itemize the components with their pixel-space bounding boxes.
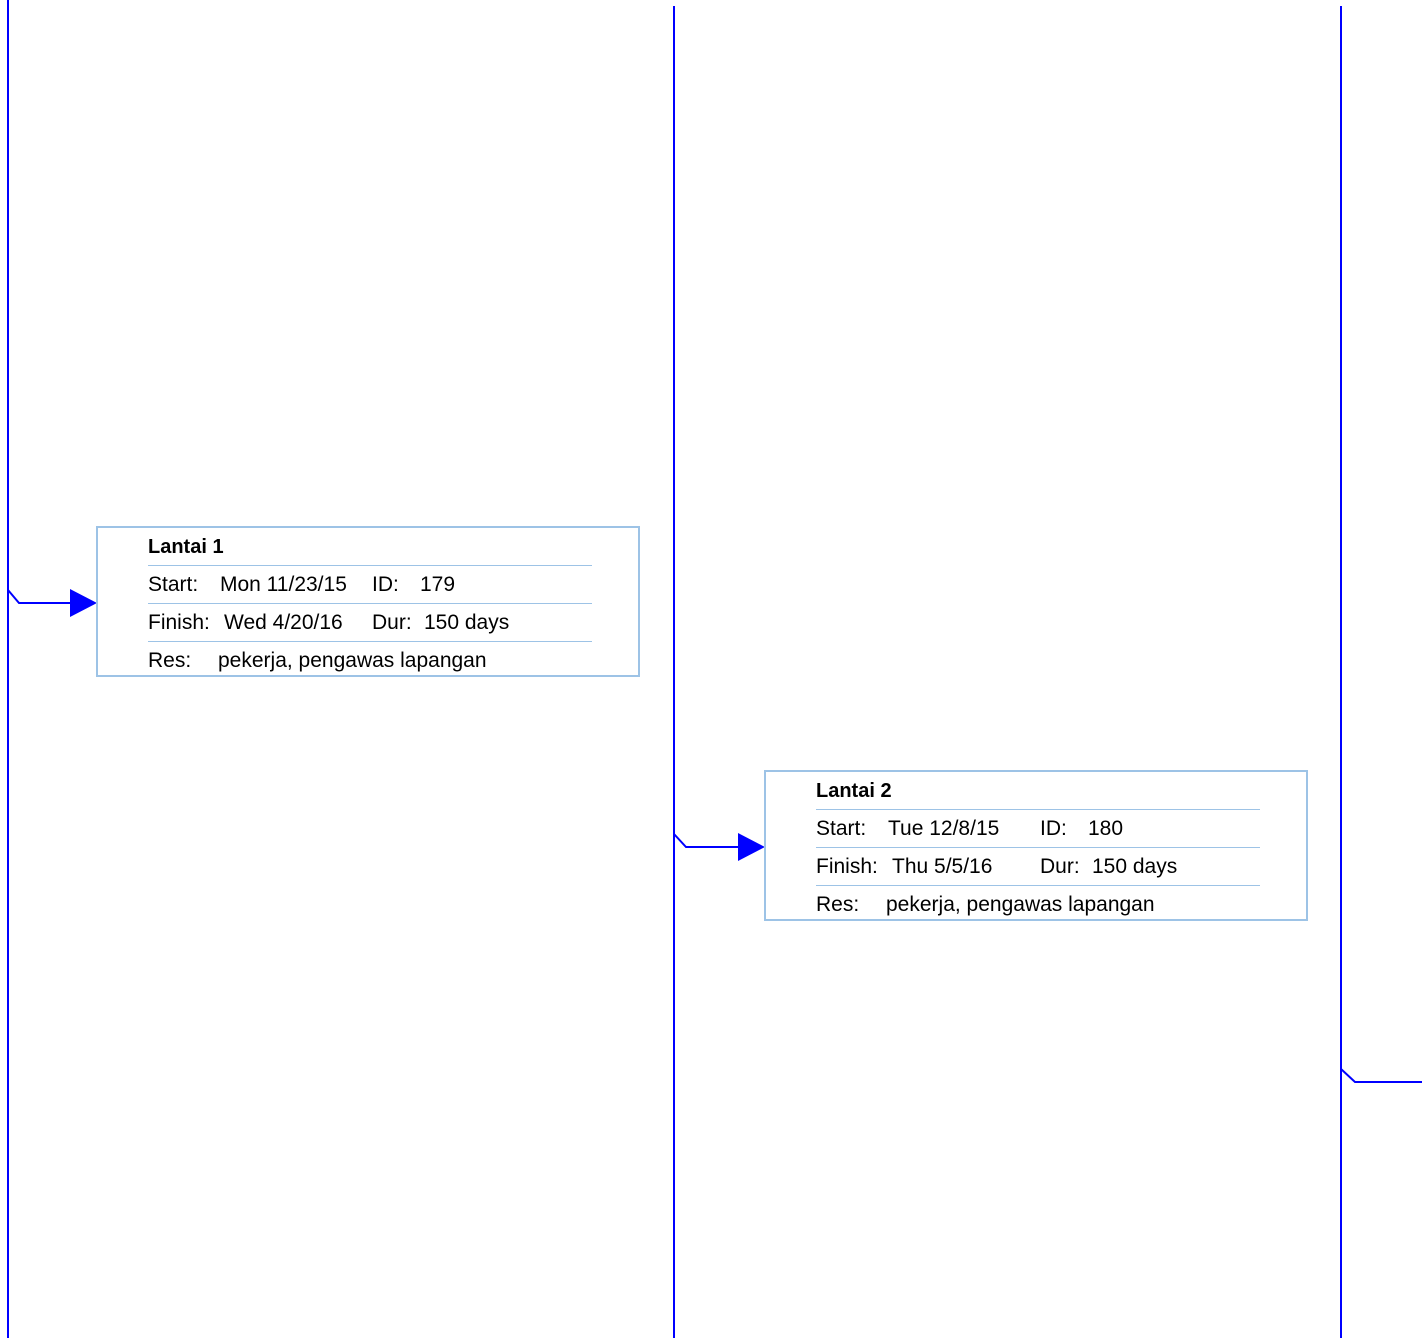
id-label: ID:	[1040, 817, 1067, 840]
network-diagram-canvas: Lantai 1 Start: Mon 11/23/15 ID: 179 Fin…	[0, 0, 1422, 1338]
connector-to-lantai-1	[7, 589, 72, 604]
divider	[148, 565, 592, 566]
task-title: Lantai 2	[816, 780, 892, 802]
resources-value: pekerja, pengawas lapangan	[886, 893, 1155, 916]
finish-label: Finish:	[148, 611, 210, 634]
task-title: Lantai 1	[148, 536, 224, 558]
duration-value: 150 days	[424, 611, 510, 634]
duration-label: Dur:	[372, 611, 412, 634]
resources-label: Res:	[148, 649, 192, 672]
connector-to-lantai-2	[673, 833, 740, 848]
start-label: Start:	[148, 573, 199, 596]
start-value: Tue 12/8/15	[888, 817, 1000, 840]
start-label: Start:	[816, 817, 867, 840]
finish-value: Thu 5/5/16	[892, 855, 993, 878]
duration-label: Dur:	[1040, 855, 1080, 878]
divider	[816, 809, 1260, 810]
resources-label: Res:	[816, 893, 860, 916]
resources-value: pekerja, pengawas lapangan	[218, 649, 487, 672]
connector-outgoing-right	[1340, 1068, 1422, 1083]
arrowhead-lantai-2	[738, 833, 765, 861]
start-value: Mon 11/23/15	[220, 573, 347, 596]
divider	[816, 885, 1260, 886]
task-node-lantai-2[interactable]: Lantai 2 Start: Tue 12/8/15 ID: 180 Fini…	[764, 770, 1308, 921]
divider	[148, 641, 592, 642]
task-node-lantai-1[interactable]: Lantai 1 Start: Mon 11/23/15 ID: 179 Fin…	[96, 526, 640, 677]
divider	[816, 847, 1260, 848]
id-label: ID:	[372, 573, 399, 596]
divider	[148, 603, 592, 604]
finish-value: Wed 4/20/16	[224, 611, 343, 634]
id-value: 179	[420, 573, 456, 596]
id-value: 180	[1088, 817, 1124, 840]
finish-label: Finish:	[816, 855, 878, 878]
arrowhead-lantai-1	[70, 589, 97, 617]
duration-value: 150 days	[1092, 855, 1178, 878]
